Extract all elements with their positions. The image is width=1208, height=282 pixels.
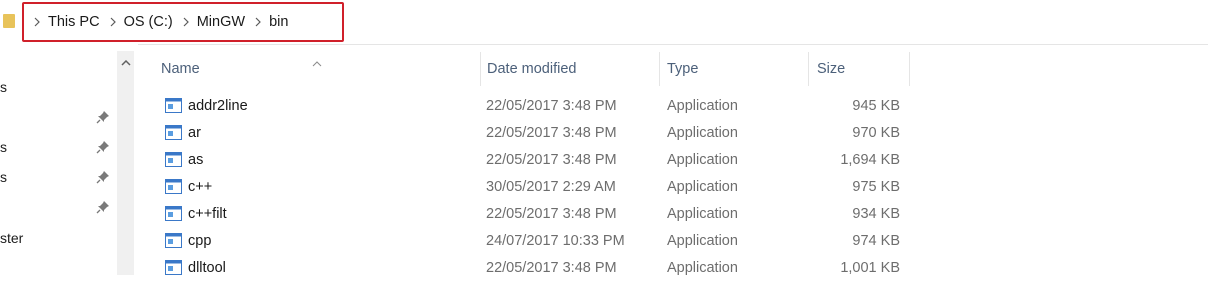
scroll-up-arrow-icon[interactable] xyxy=(117,53,134,73)
file-date-modified: 30/05/2017 2:29 AM xyxy=(486,179,616,195)
chevron-right-icon[interactable] xyxy=(251,12,265,32)
file-row[interactable]: c++filt 22/05/2017 3:48 PM Application 934 … xyxy=(138,201,910,228)
pin-icon[interactable] xyxy=(96,200,110,214)
file-date-modified: 22/05/2017 3:48 PM xyxy=(486,152,617,168)
column-header-size[interactable]: Size xyxy=(807,52,907,86)
application-icon xyxy=(165,152,182,167)
file-name[interactable]: addr2line xyxy=(188,93,248,120)
nav-scrollbar[interactable] xyxy=(117,51,134,275)
file-date-modified: 22/05/2017 3:48 PM xyxy=(486,98,617,114)
column-header-row: Name Date modified Type Size xyxy=(138,52,910,86)
file-size: 945 KB xyxy=(852,98,900,114)
nav-item[interactable]: s xyxy=(0,169,7,185)
file-date-modified: 22/05/2017 3:48 PM xyxy=(486,260,617,276)
file-type: Application xyxy=(667,206,738,222)
file-row[interactable]: ar 22/05/2017 3:48 PM Application 970 KB xyxy=(138,120,910,147)
pin-icon[interactable] xyxy=(96,140,110,154)
file-row[interactable]: addr2line 22/05/2017 3:48 PM Application 94… xyxy=(138,93,910,120)
file-date-modified: 22/05/2017 3:48 PM xyxy=(486,125,617,141)
application-icon xyxy=(165,125,182,140)
file-type: Application xyxy=(667,179,738,195)
file-list: Name Date modified Type Size addr2line 22… xyxy=(138,44,1208,276)
address-bar[interactable]: This PC OS (C:) MinGW bin xyxy=(0,0,1208,45)
application-icon xyxy=(165,98,182,113)
file-row[interactable]: c++ 30/05/2017 2:29 AM Application 975 KB xyxy=(138,174,910,201)
column-header-type[interactable]: Type xyxy=(657,52,807,86)
chevron-right-icon[interactable] xyxy=(106,12,120,32)
breadcrumb-item-mingw[interactable]: MinGW xyxy=(193,14,251,30)
file-type: Application xyxy=(667,233,738,249)
column-header-date-modified[interactable]: Date modified xyxy=(477,52,657,86)
file-type: Application xyxy=(667,98,738,114)
nav-item[interactable]: s xyxy=(0,79,7,95)
folder-icon xyxy=(3,14,15,28)
file-date-modified: 22/05/2017 3:48 PM xyxy=(486,206,617,222)
breadcrumb: This PC OS (C:) MinGW bin xyxy=(30,12,294,32)
chevron-right-icon[interactable] xyxy=(179,12,193,32)
file-type: Application xyxy=(667,152,738,168)
application-icon xyxy=(165,260,182,275)
file-row[interactable]: cpp 24/07/2017 10:33 PM Application 974 KB xyxy=(138,228,910,255)
breadcrumb-item-bin[interactable]: bin xyxy=(265,14,294,30)
file-name[interactable]: cpp xyxy=(188,228,211,255)
file-name[interactable]: as xyxy=(188,147,203,174)
breadcrumb-item-os-c[interactable]: OS (C:) xyxy=(120,14,179,30)
file-type: Application xyxy=(667,125,738,141)
file-size: 934 KB xyxy=(852,206,900,222)
application-icon xyxy=(165,206,182,221)
nav-item[interactable]: ster xyxy=(0,230,23,246)
application-icon xyxy=(165,233,182,248)
file-row[interactable]: dlltool 22/05/2017 3:48 PM Application 1,00… xyxy=(138,255,910,282)
column-header-name[interactable]: Name xyxy=(151,52,481,86)
file-size: 1,001 KB xyxy=(840,260,900,276)
file-row[interactable]: as 22/05/2017 3:48 PM Application 1,694 KB xyxy=(138,147,910,174)
file-size: 1,694 KB xyxy=(840,152,900,168)
column-divider[interactable] xyxy=(909,52,910,86)
file-date-modified: 24/07/2017 10:33 PM xyxy=(486,233,625,249)
file-size: 974 KB xyxy=(852,233,900,249)
pin-icon[interactable] xyxy=(96,110,110,124)
breadcrumb-item-this-pc[interactable]: This PC xyxy=(44,14,106,30)
file-name[interactable]: c++ xyxy=(188,174,212,201)
nav-item[interactable]: s xyxy=(0,139,7,155)
application-icon xyxy=(165,179,182,194)
pin-icon[interactable] xyxy=(96,170,110,184)
file-name[interactable]: dlltool xyxy=(188,255,226,282)
chevron-right-icon[interactable] xyxy=(30,12,44,32)
file-name[interactable]: c++filt xyxy=(188,201,227,228)
file-size: 975 KB xyxy=(852,179,900,195)
file-type: Application xyxy=(667,260,738,276)
file-size: 970 KB xyxy=(852,125,900,141)
file-name[interactable]: ar xyxy=(188,120,201,147)
